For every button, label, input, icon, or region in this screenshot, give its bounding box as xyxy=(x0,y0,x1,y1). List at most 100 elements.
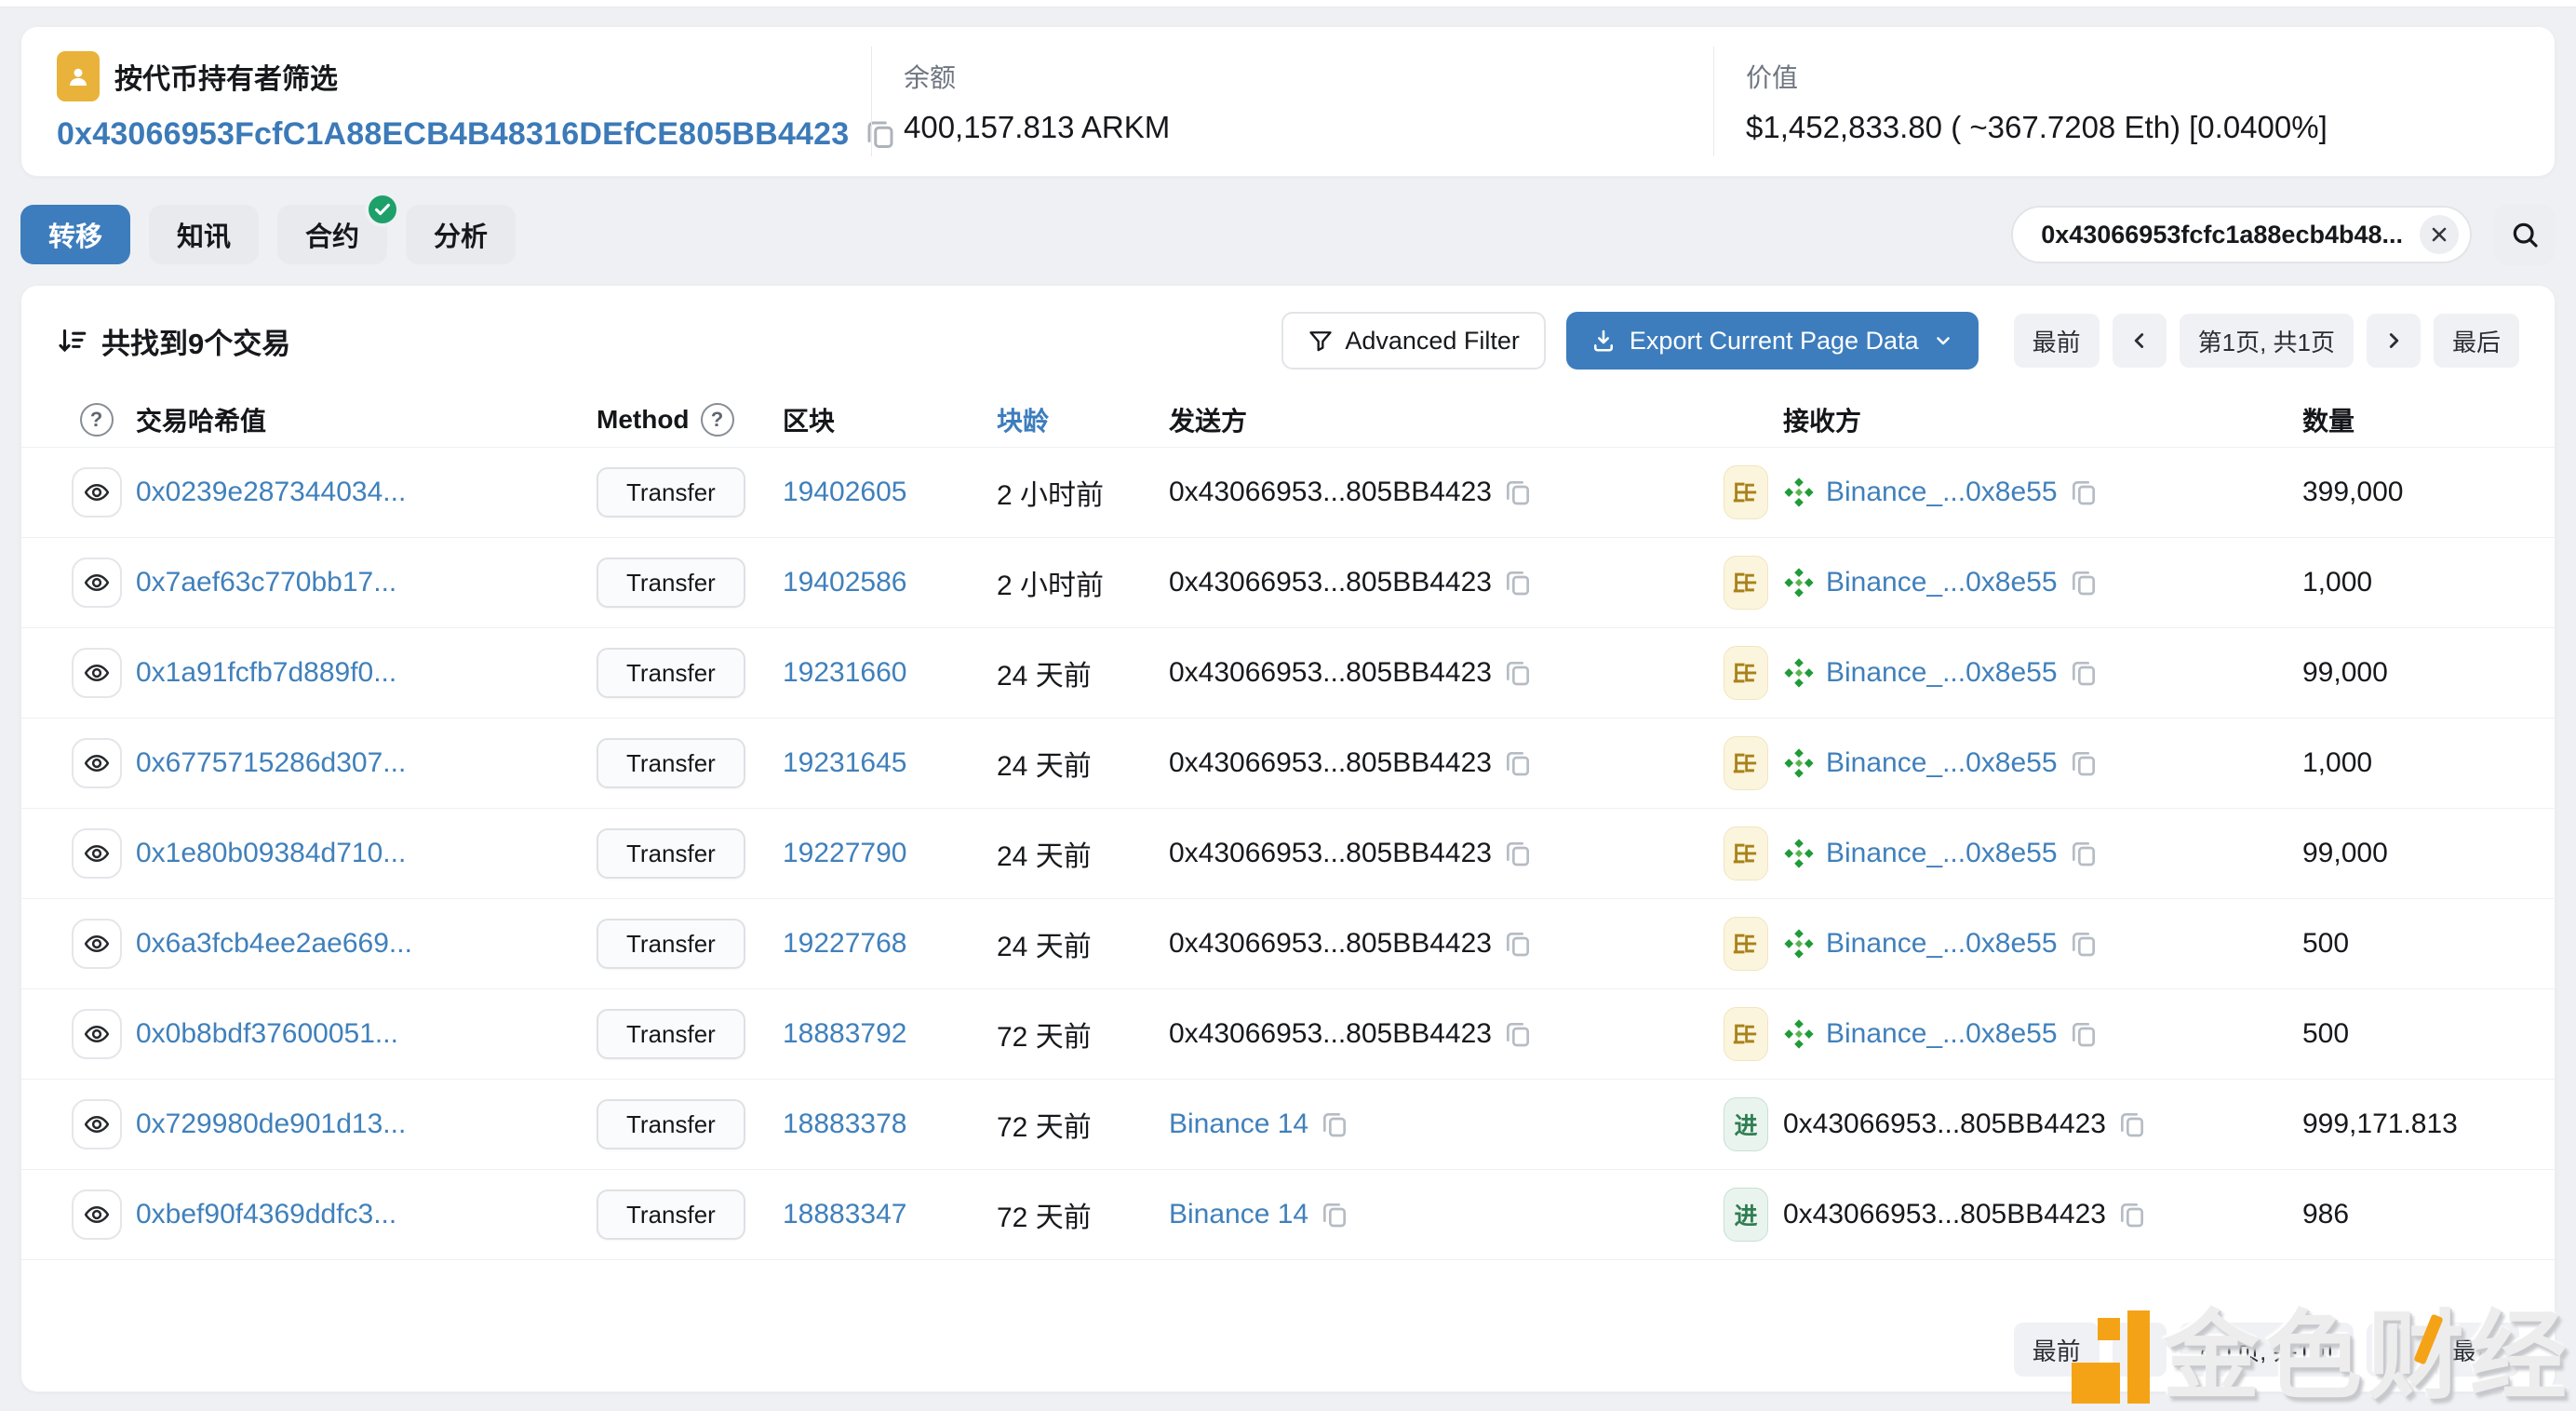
to-address: 0x43066953...805BB4423 xyxy=(1783,1199,2106,1230)
block-link[interactable]: 19231660 xyxy=(783,657,997,689)
copy-to-address-button[interactable] xyxy=(2069,477,2099,507)
method-badge[interactable]: Transfer xyxy=(597,558,745,608)
copy-to-address-button[interactable] xyxy=(2069,929,2099,959)
tab-transfers[interactable]: 转移 xyxy=(20,205,131,264)
search-button[interactable] xyxy=(2494,204,2556,265)
transaction-hash-link[interactable]: 0x6775715286d307... xyxy=(136,747,597,779)
to-address: Binance_...0x8e55 xyxy=(1826,838,2058,868)
pagination-last-button[interactable]: 最后 xyxy=(2433,1323,2519,1377)
block-link[interactable]: 19227768 xyxy=(783,928,997,960)
tab-analytics[interactable]: 分析 xyxy=(406,205,517,264)
copy-from-address-button[interactable] xyxy=(1503,929,1533,959)
clear-search-button[interactable] xyxy=(2420,215,2459,254)
copy-from-address-button[interactable] xyxy=(1503,839,1533,868)
transaction-hash-link[interactable]: 0x0b8bdf37600051... xyxy=(136,1018,597,1050)
pagination-next-button[interactable] xyxy=(2366,314,2421,368)
transaction-hash-link[interactable]: 0x0239e287344034... xyxy=(136,477,597,508)
block-link[interactable]: 18883792 xyxy=(783,1018,997,1050)
copy-to-address-button[interactable] xyxy=(2069,658,2099,688)
advanced-filter-button[interactable]: Advanced Filter xyxy=(1281,312,1546,370)
pagination-prev-button[interactable] xyxy=(2112,314,2167,368)
transaction-hash-link[interactable]: 0x7aef63c770bb17... xyxy=(136,567,597,598)
copy-from-address-button[interactable] xyxy=(1503,477,1533,507)
method-badge[interactable]: Transfer xyxy=(597,1009,745,1059)
pagination-page-info[interactable]: 第1页, 共1页 xyxy=(2179,314,2354,368)
copy-to-address-button[interactable] xyxy=(2069,748,2099,778)
preview-transaction-button[interactable] xyxy=(71,1189,122,1240)
block-link[interactable]: 19227790 xyxy=(783,838,997,869)
pagination-first-button[interactable]: 最前 xyxy=(2013,314,2100,368)
amount-text: 399,000 xyxy=(2302,477,2404,507)
copy-icon xyxy=(2072,932,2095,957)
method-badge[interactable]: Transfer xyxy=(597,1189,745,1240)
preview-transaction-button[interactable] xyxy=(71,828,122,879)
copy-to-address-button[interactable] xyxy=(2069,1019,2099,1049)
preview-transaction-button[interactable] xyxy=(71,558,122,608)
copy-from-address-button[interactable] xyxy=(1320,1109,1349,1139)
table-row: 0x0239e287344034... Transfer 19402605 2 … xyxy=(21,448,2555,538)
transaction-hash-link[interactable]: 0x6a3fcb4ee2ae669... xyxy=(136,928,597,960)
copy-to-address-button[interactable] xyxy=(2117,1109,2147,1139)
pagination-prev-button[interactable] xyxy=(2112,1323,2167,1377)
method-badge[interactable]: Transfer xyxy=(597,738,745,788)
preview-transaction-button[interactable] xyxy=(71,648,122,698)
block-link[interactable]: 19402586 xyxy=(783,567,997,598)
preview-transaction-button[interactable] xyxy=(71,738,122,788)
pagination-last-button[interactable]: 最后 xyxy=(2433,314,2519,368)
help-icon[interactable]: ? xyxy=(79,402,114,437)
table-row: 0x1a91fcfb7d889f0... Transfer 19231660 2… xyxy=(21,628,2555,719)
age-text: 24 天前 xyxy=(997,932,1092,962)
method-help-icon[interactable]: ? xyxy=(700,402,734,437)
copy-from-address-button[interactable] xyxy=(1503,658,1533,688)
copy-icon xyxy=(1506,841,1529,867)
copy-icon xyxy=(1323,1113,1347,1137)
pagination-next-button[interactable] xyxy=(2366,1323,2421,1377)
preview-transaction-button[interactable] xyxy=(71,467,122,517)
from-address: 0x43066953...805BB4423 xyxy=(1169,747,1492,778)
block-link[interactable]: 18883378 xyxy=(783,1109,997,1140)
transaction-hash-link[interactable]: 0xbef90f4369ddfc3... xyxy=(136,1199,597,1230)
copy-from-address-button[interactable] xyxy=(1503,1019,1533,1049)
pagination-first-button[interactable]: 最前 xyxy=(2013,1323,2100,1377)
col-header-amount: 数量 xyxy=(2302,406,2355,436)
copy-from-address-button[interactable] xyxy=(1503,568,1533,598)
holder-address-link[interactable]: 0x43066953FcfC1A88ECB4B48316DEfCE805BB44… xyxy=(57,116,849,153)
result-summary: 共找到9个交易 xyxy=(57,320,290,362)
direction-badge: 出 xyxy=(1724,826,1768,880)
transaction-hash-link[interactable]: 0x729980de901d13... xyxy=(136,1109,597,1140)
method-badge[interactable]: Transfer xyxy=(597,648,745,698)
amount-text: 1,000 xyxy=(2302,747,2373,778)
copy-to-address-button[interactable] xyxy=(2117,1200,2147,1230)
amount-text: 1,000 xyxy=(2302,567,2373,598)
search-filter-chip[interactable]: 0x43066953fcfc1a88ecb4b48... xyxy=(2011,206,2472,263)
tab-contract[interactable]: 合约 xyxy=(277,192,401,264)
age-text: 72 天前 xyxy=(997,1112,1092,1143)
method-badge[interactable]: Transfer xyxy=(597,1099,745,1149)
eye-icon xyxy=(84,845,109,862)
method-badge[interactable]: Transfer xyxy=(597,919,745,969)
amount-text: 999,171.813 xyxy=(2302,1109,2458,1139)
col-header-age[interactable]: 块龄 xyxy=(997,401,1169,438)
preview-transaction-button[interactable] xyxy=(71,1099,122,1149)
method-badge[interactable]: Transfer xyxy=(597,467,745,517)
block-link[interactable]: 18883347 xyxy=(783,1199,997,1230)
preview-transaction-button[interactable] xyxy=(71,919,122,969)
transaction-hash-link[interactable]: 0x1a91fcfb7d889f0... xyxy=(136,657,597,689)
transaction-hash-link[interactable]: 0x1e80b09384d710... xyxy=(136,838,597,869)
preview-transaction-button[interactable] xyxy=(71,1009,122,1059)
pagination-page-info[interactable]: 第1页, 共1页 xyxy=(2179,1323,2354,1377)
export-page-data-button[interactable]: Export Current Page Data xyxy=(1565,312,1979,370)
copy-from-address-button[interactable] xyxy=(1320,1200,1349,1230)
block-link[interactable]: 19231645 xyxy=(783,747,997,779)
copy-from-address-button[interactable] xyxy=(1503,748,1533,778)
copy-to-address-button[interactable] xyxy=(2069,568,2099,598)
eye-icon xyxy=(84,1206,109,1223)
table-row: 0x0b8bdf37600051... Transfer 18883792 72… xyxy=(21,989,2555,1080)
from-address: Binance 14 xyxy=(1169,1199,1309,1230)
holder-person-icon xyxy=(57,50,100,101)
block-link[interactable]: 19402605 xyxy=(783,477,997,508)
method-badge[interactable]: Transfer xyxy=(597,828,745,879)
copy-to-address-button[interactable] xyxy=(2069,839,2099,868)
tab-info[interactable]: 知讯 xyxy=(149,205,260,264)
direction-badge: 出 xyxy=(1724,556,1768,610)
